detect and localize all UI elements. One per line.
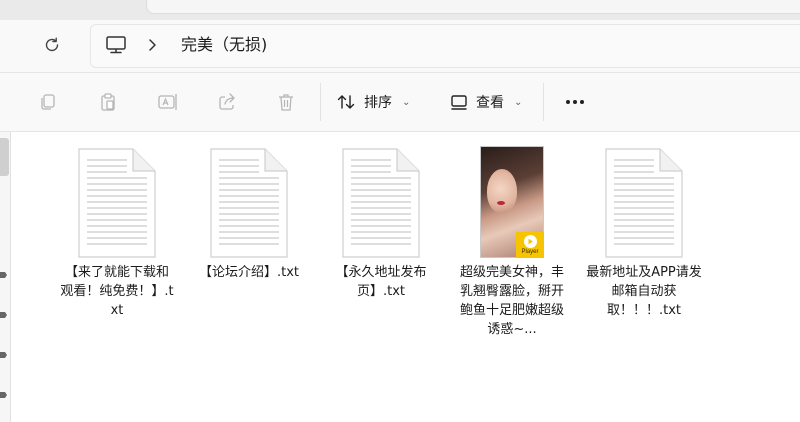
player-badge: Player — [516, 232, 544, 258]
breadcrumb-current-folder[interactable]: 完美（无损) — [181, 35, 267, 55]
file-name: 最新地址及APP请发邮箱自动获取！！！.txt — [586, 265, 702, 318]
file-item[interactable]: Player 超级完美女神，丰乳翘臀露脸，掰开鲍鱼十足肥嫩超级诱惑~... — [454, 146, 570, 339]
active-tab[interactable] — [146, 0, 800, 14]
pin-icon — [0, 392, 7, 398]
file-list: 【来了就能下载和观看！纯免费！】.txt 【论坛介绍】.txt 【永久地址发布页… — [11, 132, 800, 422]
file-item[interactable]: 【论坛介绍】.txt — [191, 146, 307, 282]
more-icon — [566, 100, 570, 104]
sort-icon — [337, 95, 355, 109]
paste-button[interactable] — [94, 88, 122, 116]
paste-icon — [101, 93, 115, 111]
play-icon — [523, 234, 537, 248]
refresh-button[interactable] — [38, 31, 66, 59]
player-badge-label: Player — [521, 248, 539, 255]
file-item[interactable]: 【来了就能下载和观看！纯免费！】.txt — [59, 146, 175, 320]
sort-label: 排序 — [364, 95, 392, 111]
tab-strip — [0, 0, 800, 20]
delete-button[interactable] — [272, 88, 300, 116]
copy-button[interactable] — [34, 88, 62, 116]
share-button[interactable] — [213, 88, 241, 116]
chevron-down-icon: ⌄ — [402, 96, 411, 108]
share-icon — [219, 93, 235, 110]
more-button[interactable] — [560, 87, 590, 117]
rename-icon — [158, 94, 177, 110]
sort-button[interactable]: 排序 ⌄ — [336, 87, 410, 117]
command-bar: 排序 ⌄ 查看 ⌄ — [0, 73, 800, 132]
file-item[interactable]: 最新地址及APP请发邮箱自动获取！！！.txt — [586, 146, 702, 320]
file-name: 【论坛介绍】.txt — [198, 265, 300, 280]
command-separator — [543, 83, 544, 121]
this-pc-icon[interactable] — [105, 35, 127, 55]
view-icon — [451, 95, 467, 110]
file-name: 【来了就能下载和观看！纯免费！】.txt — [60, 265, 174, 318]
pin-icon — [0, 312, 7, 318]
text-file-icon — [209, 146, 289, 260]
text-file-icon — [77, 146, 157, 260]
video-preview-image: Player — [480, 146, 544, 258]
pin-icon — [0, 352, 7, 358]
refresh-icon — [45, 37, 59, 52]
chevron-right-icon[interactable] — [147, 35, 159, 55]
file-name: 超级完美女神，丰乳翘臀露脸，掰开鲍鱼十足肥嫩超级诱惑~... — [459, 265, 564, 337]
file-name: 【永久地址发布页】.txt — [335, 265, 427, 299]
command-separator — [320, 83, 321, 121]
chevron-down-icon: ⌄ — [514, 96, 523, 108]
navigation-scrollbar[interactable] — [0, 138, 9, 176]
address-row: 完美（无损) — [0, 20, 800, 73]
rename-button[interactable] — [154, 88, 182, 116]
video-thumbnail: Player — [472, 146, 552, 260]
file-item[interactable]: 【永久地址发布页】.txt — [323, 146, 439, 301]
delete-icon — [279, 94, 293, 111]
view-button[interactable]: 查看 ⌄ — [450, 87, 522, 117]
view-label: 查看 — [476, 95, 504, 111]
text-file-icon — [604, 146, 684, 260]
copy-icon — [41, 94, 55, 110]
text-file-icon — [341, 146, 421, 260]
address-bar[interactable]: 完美（无损) — [90, 24, 800, 68]
pin-icon — [0, 272, 7, 278]
